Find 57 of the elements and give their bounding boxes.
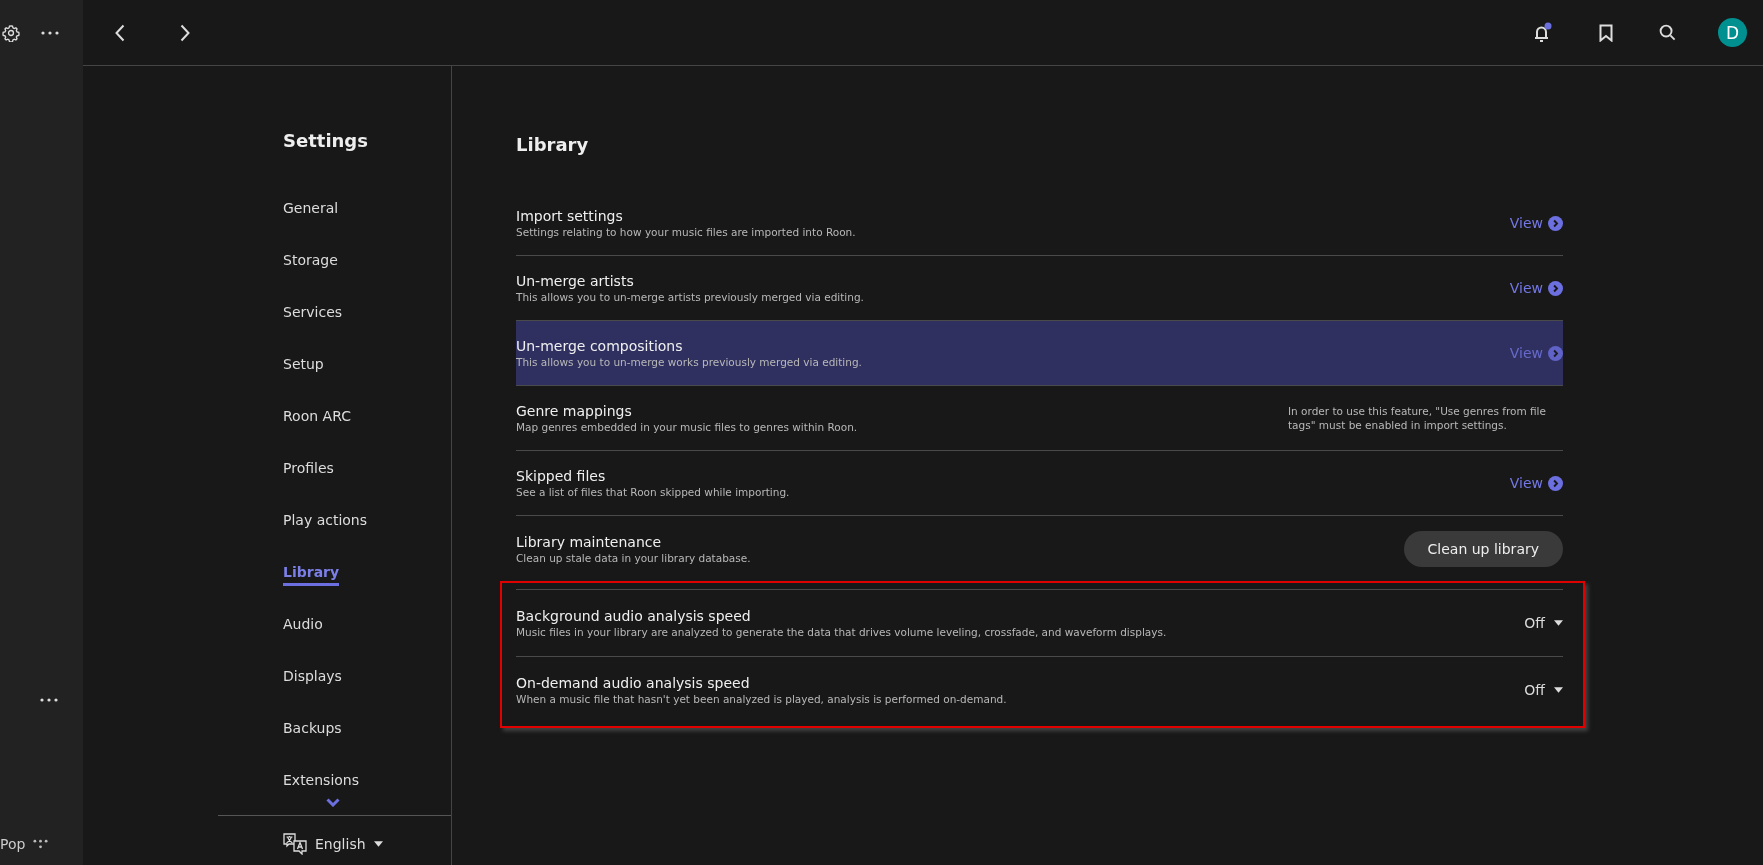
chevron-circle-icon (1548, 475, 1563, 491)
bookmark-icon[interactable] (1599, 23, 1613, 42)
settings-nav-item[interactable]: Storage (283, 251, 338, 274)
settings-nav-item[interactable]: Extensions (283, 771, 360, 794)
settings-nav-item[interactable]: Play actions (283, 511, 368, 534)
view-link[interactable]: View (1509, 215, 1563, 231)
setting-description: Settings relating to how your music files are imported into Roon. (516, 226, 857, 238)
setting-title: Un-merge artists (516, 273, 635, 289)
setting-title: Un-merge compositions (516, 338, 684, 354)
setting-description: This allows you to un-merge artists previously merged via editing. (516, 291, 865, 303)
forward-icon[interactable] (180, 23, 190, 42)
setting-description: This allows you to un-merge works previously merged via editing. (516, 356, 863, 368)
settings-nav-item[interactable]: Library (283, 563, 340, 586)
settings-nav-item[interactable]: General (283, 199, 339, 222)
page-title: Library (516, 134, 590, 155)
setting-title: Genre mappings (516, 403, 633, 419)
setting-description: See a list of files that Roon skipped while importing. (516, 486, 791, 498)
caret-icon (373, 841, 383, 847)
setting-title: Background audio analysis speed (516, 608, 752, 624)
clean-up-button[interactable]: Clean up library (1403, 530, 1563, 567)
speed-dropdown[interactable]: Off (1524, 682, 1563, 698)
settings-title: Settings (282, 129, 369, 151)
dots-cluster-icon (33, 839, 49, 849)
more-icon[interactable] (41, 31, 59, 35)
language-selector[interactable]: English (283, 833, 383, 855)
search-icon[interactable] (1659, 24, 1676, 41)
setting-title: Skipped files (516, 468, 607, 484)
back-icon[interactable] (115, 23, 125, 42)
setting-title: Library maintenance (516, 533, 663, 550)
chevron-circle-icon (1548, 280, 1563, 296)
chevron-down-icon[interactable] (326, 798, 340, 807)
settings-nav-item[interactable]: Profiles (283, 459, 334, 482)
view-link[interactable]: View (1509, 475, 1563, 491)
settings-nav-item[interactable]: Backups (283, 719, 342, 742)
settings-nav-item[interactable]: Services (283, 303, 343, 326)
zone-label[interactable]: Pop (0, 836, 26, 852)
chevron-circle-icon (1548, 345, 1563, 361)
chevron-circle-icon (1548, 215, 1563, 231)
setting-title: Import settings (516, 208, 624, 224)
setting-description: Map genres embedded in your music files to genres within Roon. (516, 421, 859, 433)
setting-note: In order to use this feature, "Use genres from file tags" must be enabled in import settings. (1288, 404, 1547, 432)
settings-nav-item[interactable]: Roon ARC (283, 407, 351, 430)
setting-description: Music files in your library are analyzed to generate the data that drives volume leveling, crossfade, and waveform displays. (516, 626, 1168, 638)
translate-icon (283, 833, 307, 855)
user-avatar[interactable]: D (1718, 18, 1747, 47)
caret-icon (1554, 620, 1563, 626)
more-icon[interactable] (40, 698, 58, 702)
settings-nav-item[interactable]: Setup (283, 355, 324, 378)
caret-icon (1554, 687, 1563, 693)
view-link[interactable]: View (1509, 280, 1563, 296)
setting-title: On-demand audio analysis speed (516, 675, 751, 691)
settings-icon[interactable] (2, 24, 20, 42)
speed-dropdown[interactable]: Off (1524, 615, 1563, 631)
setting-description: When a music file that hasn't yet been analyzed is played, analysis is performed on-demand. (516, 693, 1008, 705)
setting-description: Clean up stale data in your library database. (516, 551, 752, 564)
settings-nav-item[interactable]: Displays (283, 667, 342, 690)
settings-nav-item[interactable]: Audio (283, 615, 323, 638)
